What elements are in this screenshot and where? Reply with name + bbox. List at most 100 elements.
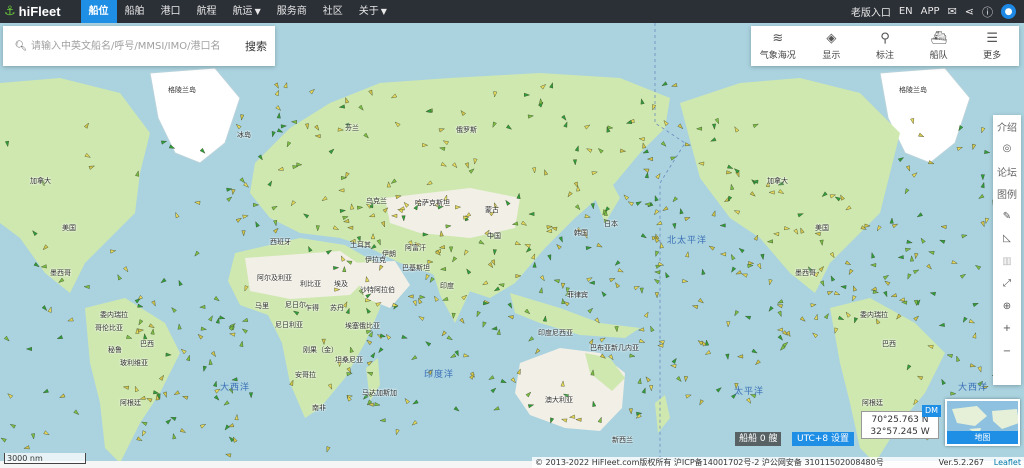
nav-item-about[interactable]: 关于 ▼	[351, 0, 395, 23]
map-label-india: 印度	[440, 282, 454, 290]
nav-item-community[interactable]: 社区	[315, 0, 351, 23]
top-navigation-bar: ⚓ hiFleet 船位 船舶 港口 航程 航运 ▼ 服务商 社区 关于 ▼ 老版入…	[0, 0, 1024, 23]
search-panel: 🔍︎ 搜索	[3, 26, 275, 66]
fleet-icon: ⛴	[930, 30, 947, 46]
footer-bar: © 2013-2022 HiFleet.com版权所有 沪ICP备1400170…	[532, 457, 1024, 468]
main-nav: 船位 船舶 港口 航程 航运 ▼ 服务商 社区 关于 ▼	[80, 0, 395, 23]
nav-item-voyages[interactable]: 航程	[189, 0, 225, 23]
intro-button[interactable]: 介绍	[993, 115, 1021, 138]
map-label-south-africa: 南非	[312, 404, 326, 412]
area-measure-icon[interactable]: ▥	[993, 250, 1021, 273]
map-label-saudi: 沙特阿拉伯	[360, 286, 395, 294]
map-label-libya: 利比亚	[300, 280, 321, 288]
version-text: Ver.5.2.267	[938, 458, 984, 467]
share-icon[interactable]: ⋖	[965, 5, 974, 18]
logo[interactable]: ⚓ hiFleet	[0, 0, 67, 23]
nav-item-shipping[interactable]: 航运 ▼	[225, 0, 269, 23]
map-label-sudan: 苏丹	[330, 304, 344, 312]
scale-bar: 3000 nm	[4, 453, 86, 464]
angle-measure-icon[interactable]: ◺	[993, 228, 1021, 251]
language-switch[interactable]: EN	[899, 6, 913, 17]
menu-icon: ☰	[986, 30, 998, 46]
map-label-algeria: 阿尔及利亚	[257, 274, 292, 282]
map-label-afghanistan: 阿富汗	[405, 244, 426, 252]
map-label-spain: 西班牙	[270, 238, 291, 246]
ocean-label-indian: 印度洋	[424, 370, 455, 380]
old-version-link[interactable]: 老版入口	[851, 4, 891, 19]
longitude-value: 32°57.245 W	[870, 427, 930, 437]
right-side-panel: 介绍 ◎ 论坛 图例 ✎ ◺ ▥ ⤢ ⊕ + −	[993, 115, 1021, 385]
dm-format-button[interactable]: DM	[922, 405, 942, 417]
map-label-australia: 澳大利亚	[545, 396, 573, 404]
service-icon[interactable]: ◎	[993, 138, 1021, 161]
utc-settings-button[interactable]: UTC+8 设置	[792, 432, 854, 446]
world-map[interactable]: 格陵兰岛 格陵兰岛 冰岛 芬兰 俄罗斯 加拿大 加拿大 美国 美国 墨西哥 墨西…	[0, 23, 1024, 468]
search-button[interactable]: 搜索	[239, 38, 273, 54]
fleet-tool-button[interactable]: ⛴ 船队	[912, 26, 966, 66]
map-label-madagascar: 马达加斯加	[362, 389, 397, 397]
nav-item-service-providers[interactable]: 服务商	[269, 0, 315, 23]
map-label-venezuela-e: 委内瑞拉	[860, 311, 888, 319]
chevron-down-icon: ▼	[254, 7, 261, 16]
wechat-icon[interactable]: ✉	[948, 5, 957, 18]
map-label-greenland-w: 格陵兰岛	[168, 86, 196, 94]
map-label-turkey: 土耳其	[350, 241, 371, 249]
map-label-kazakhstan: 哈萨克斯坦	[415, 199, 450, 207]
locate-icon[interactable]: ⊕	[993, 295, 1021, 318]
map-label-venezuela-w: 委内瑞拉	[100, 311, 128, 319]
ocean-label-pacific: 太平洋	[734, 387, 765, 397]
zoom-out-button[interactable]: −	[993, 340, 1021, 363]
map-label-bolivia: 玻利维亚	[120, 359, 148, 367]
legend-button[interactable]: 图例	[993, 183, 1021, 206]
nav-item-position[interactable]: 船位	[80, 0, 117, 23]
map-label-china: 中国	[487, 232, 501, 240]
map-label-mali: 马里	[255, 302, 269, 310]
map-label-pakistan: 巴基斯坦	[402, 264, 430, 272]
leaflet-link[interactable]: Leaflet	[994, 457, 1021, 468]
minimap-label[interactable]: 地图	[947, 431, 1018, 444]
map-label-chad: 乍得	[305, 304, 319, 312]
copyright-text: © 2013-2022 HiFleet.com版权所有 沪ICP备1400170…	[535, 458, 884, 467]
map-label-iceland: 冰岛	[237, 131, 251, 139]
ocean-label-atlantic-w: 大西洋	[220, 383, 251, 393]
map-label-tanzania: 坦桑尼亚	[335, 356, 363, 364]
search-input[interactable]	[31, 31, 239, 61]
map-label-canada-e: 加拿大	[767, 177, 788, 185]
forum-button[interactable]: 论坛	[993, 160, 1021, 183]
annotate-tool-button[interactable]: ⚲ 标注	[858, 26, 912, 66]
map-label-new-zealand: 新西兰	[612, 436, 633, 444]
map-label-egypt: 埃及	[334, 280, 348, 288]
nav-item-ports[interactable]: 港口	[153, 0, 189, 23]
nav-item-vessels[interactable]: 船舶	[117, 0, 153, 23]
display-tool-button[interactable]: ◈ 显示	[805, 26, 859, 66]
map-label-usa-w: 美国	[62, 224, 76, 232]
map-label-greenland-e: 格陵兰岛	[899, 86, 927, 94]
map-label-finland: 芬兰	[345, 124, 359, 132]
top-right-actions: 老版入口 EN APP ✉ ⋖ ⓘ ●	[851, 0, 1016, 23]
map-label-ethiopia: 埃塞俄比亚	[345, 322, 380, 330]
map-label-nigeria: 尼日利亚	[275, 321, 303, 329]
minimap[interactable]: 地图	[945, 399, 1020, 446]
app-link[interactable]: APP	[921, 6, 940, 17]
chevron-down-icon: ▼	[380, 7, 387, 16]
map-label-korea: 韩国	[574, 229, 588, 237]
user-avatar-icon[interactable]: ●	[1001, 4, 1016, 19]
fullscreen-icon[interactable]: ⤢	[993, 273, 1021, 296]
weather-tool-button[interactable]: ≋ 气象海况	[751, 26, 805, 66]
map-label-brazil-w: 巴西	[140, 340, 154, 348]
map-label-peru: 秘鲁	[108, 346, 122, 354]
map-label-mexico-e: 墨西哥	[795, 269, 816, 277]
more-tool-button[interactable]: ☰ 更多	[965, 26, 1019, 66]
ship-logo-icon: ⚓	[4, 4, 16, 19]
zoom-in-button[interactable]: +	[993, 318, 1021, 341]
help-icon[interactable]: ⓘ	[982, 4, 993, 20]
map-label-drc: 刚果（金）	[303, 346, 338, 354]
map-label-niger: 尼日尔	[285, 301, 306, 309]
map-label-iraq: 伊拉克	[365, 256, 386, 264]
ruler-icon[interactable]: ✎	[993, 205, 1021, 228]
map-label-papua: 巴布亚新几内亚	[590, 344, 639, 352]
search-icon: 🔍︎	[14, 40, 28, 52]
ship-count-badge: 船船 0 艘	[735, 432, 782, 446]
map-label-indonesia: 印度尼西亚	[538, 329, 573, 337]
map-label-colombia: 哥伦比亚	[95, 324, 123, 332]
